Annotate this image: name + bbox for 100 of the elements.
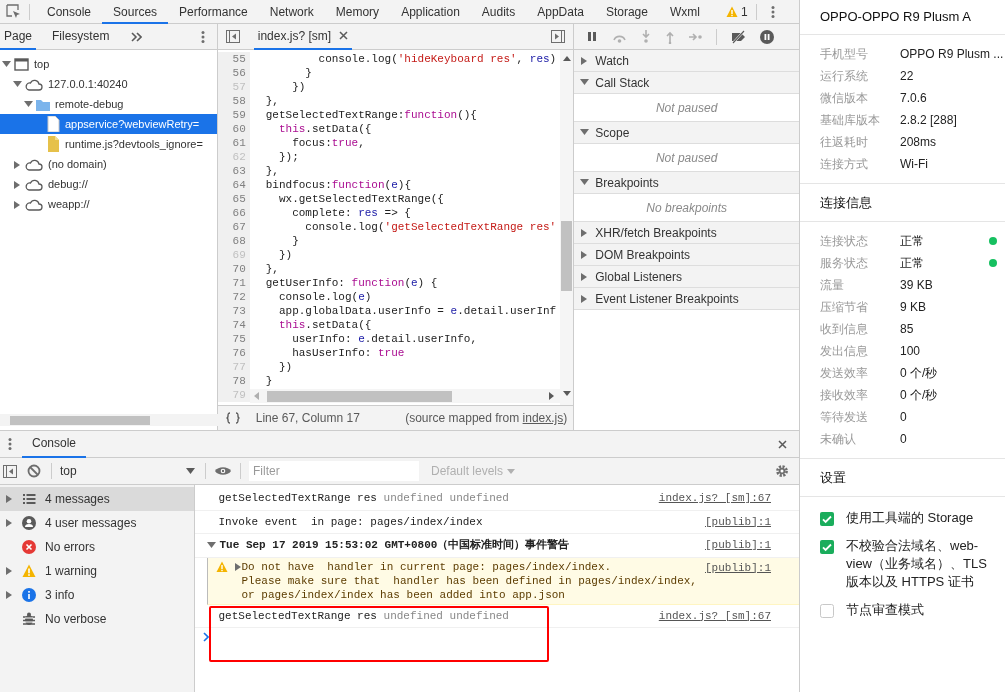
code-line: }, — [264, 262, 279, 276]
info-label: 手机型号 — [820, 46, 869, 63]
info-value: 正常 — [900, 255, 924, 272]
tree-item[interactable]: weapp:// — [0, 194, 217, 214]
deactivate-breakpoints-icon[interactable] — [731, 29, 747, 44]
checkbox[interactable] — [820, 540, 834, 554]
section-title: 连接信息 — [820, 193, 872, 212]
scroll-up-icon[interactable] — [562, 56, 571, 61]
tab[interactable]: Memory — [324, 0, 391, 24]
section-header[interactable]: Scope — [574, 122, 799, 144]
collapse-arrow-icon[interactable] — [580, 178, 590, 187]
expand-arrow-icon[interactable] — [5, 494, 12, 504]
expand-arrow-icon[interactable] — [233, 561, 241, 572]
caret-icon — [186, 468, 195, 474]
tab[interactable]: Performance — [168, 0, 259, 24]
tree-item[interactable]: remote-debug — [0, 94, 217, 114]
sidebar-item[interactable]: No verbose — [0, 607, 194, 631]
scroll-down-icon[interactable] — [562, 391, 571, 396]
tab[interactable]: Application — [390, 0, 471, 24]
more-menu-icon[interactable] — [200, 29, 205, 44]
section-header[interactable]: DOM Breakpoints — [574, 244, 799, 266]
scrollbar-thumb[interactable] — [10, 415, 150, 425]
toggle-debugger-icon[interactable] — [551, 30, 566, 43]
code-line: }) — [291, 80, 306, 94]
scrollbar-thumb[interactable] — [266, 390, 452, 402]
tab[interactable]: Filesystem — [48, 23, 114, 50]
code-line: }) — [277, 360, 293, 374]
toggle-navigator-icon[interactable] — [225, 30, 240, 43]
info-value: 2.8.2 [288] — [900, 112, 957, 129]
collapse-arrow-icon[interactable] — [580, 78, 590, 87]
filter-field[interactable]: Filter — [249, 461, 419, 481]
tab[interactable]: Storage — [594, 0, 659, 24]
source-link[interactable]: index.js? [sm]:67 — [650, 490, 771, 507]
tree-item[interactable]: top — [0, 54, 217, 74]
source-link[interactable]: [publib]:1 — [697, 537, 771, 554]
line-number: 71 — [217, 276, 250, 290]
tab[interactable]: Audits — [470, 0, 527, 24]
section-header[interactable]: Event Listener Breakpoints — [574, 288, 799, 310]
checkbox-label: 不校验合法域名、web-view（业务域名）、TLS 版本以及 HTTPS 证书 — [846, 537, 988, 591]
sidebar-item[interactable]: 4 user messages — [0, 511, 194, 535]
settings-icon[interactable] — [775, 464, 789, 478]
source-link[interactable]: [publib]:1 — [697, 559, 771, 576]
section-header[interactable]: XHR/fetch Breakpoints — [574, 222, 799, 244]
code-line: complete: res => { — [291, 206, 411, 220]
tree-item[interactable]: runtime.js?devtools_ignore= — [0, 134, 217, 154]
tab[interactable]: Network — [258, 0, 325, 24]
scroll-right-icon[interactable] — [548, 392, 554, 400]
cloud-icon — [25, 157, 43, 171]
line-number: 59 — [217, 108, 250, 122]
tree-item[interactable]: (no domain) — [0, 154, 217, 174]
scrollbar-thumb[interactable] — [561, 221, 573, 291]
close-icon[interactable] — [778, 439, 787, 449]
collapse-arrow-icon[interactable] — [580, 128, 590, 137]
log-message: getSelectedTextRange res undefined undefined — [218, 608, 509, 624]
expand-arrow-icon[interactable] — [5, 518, 12, 528]
expand-arrow-icon[interactable] — [5, 566, 12, 576]
source-link[interactable]: index.js? [sm]:67 — [650, 607, 771, 624]
tab[interactable]: Page — [0, 23, 37, 50]
section-header[interactable]: Call Stack — [574, 72, 799, 94]
section-header[interactable]: Global Listeners — [574, 266, 799, 288]
more-tabs-icon[interactable] — [131, 31, 143, 42]
pause-icon[interactable] — [586, 30, 599, 43]
code-line: console.log('getSelectedTextRange res' — [304, 220, 557, 234]
pretty-print-icon[interactable] — [225, 412, 240, 424]
tab[interactable]: Console — [36, 0, 103, 24]
tab[interactable]: AppData — [526, 0, 595, 24]
group-title[interactable]: Tue Sep 17 2019 15:53:02 GMT+0800（中国标准时间）事件警告 — [219, 537, 570, 554]
clear-console-icon[interactable] — [27, 464, 41, 478]
more-menu-icon[interactable] — [770, 4, 775, 19]
warning-icon — [725, 5, 738, 18]
tree-item[interactable]: 127.0.0.1:40240 — [0, 74, 217, 94]
collapse-arrow-icon[interactable] — [206, 541, 216, 550]
context-dropdown[interactable]: top — [60, 462, 195, 480]
pause-on-exceptions-icon[interactable] — [760, 29, 775, 44]
checkbox[interactable] — [820, 604, 834, 618]
tree-item[interactable]: appservice?webviewRetry= — [0, 114, 217, 134]
sidebar-item[interactable]: No errors — [0, 535, 194, 559]
source-map-note: (source mapped from index.js) — [405, 410, 568, 427]
sidebar-item[interactable]: 3 info — [0, 583, 194, 607]
section-header[interactable]: Watch — [574, 50, 799, 72]
info-value: 7.0.6 — [900, 90, 927, 107]
sidebar-item[interactable]: 4 messages — [0, 487, 194, 511]
source-link[interactable]: [publib]:1 — [697, 513, 771, 530]
section-header[interactable]: Breakpoints — [574, 172, 799, 194]
sidebar-item[interactable]: 1 warning — [0, 559, 194, 583]
warning-counter[interactable]: 1 — [725, 2, 748, 21]
cloud-icon — [25, 197, 43, 211]
file-link[interactable]: index.js — [522, 411, 564, 425]
tree-item[interactable]: debug:// — [0, 174, 217, 194]
checkbox[interactable] — [820, 512, 834, 526]
live-expression-icon[interactable] — [214, 465, 232, 477]
line-number: 61 — [217, 136, 250, 150]
expand-arrow-icon[interactable] — [5, 590, 12, 600]
info-value: OPPO R9 Plusm ... — [900, 46, 1004, 63]
more-menu-icon[interactable] — [8, 437, 12, 451]
close-icon[interactable] — [339, 31, 349, 40]
info-value: 208ms — [900, 134, 937, 151]
inspect-icon[interactable] — [6, 4, 21, 19]
tab[interactable]: Wxml — [658, 0, 711, 24]
toggle-sidebar-icon[interactable] — [3, 464, 17, 478]
